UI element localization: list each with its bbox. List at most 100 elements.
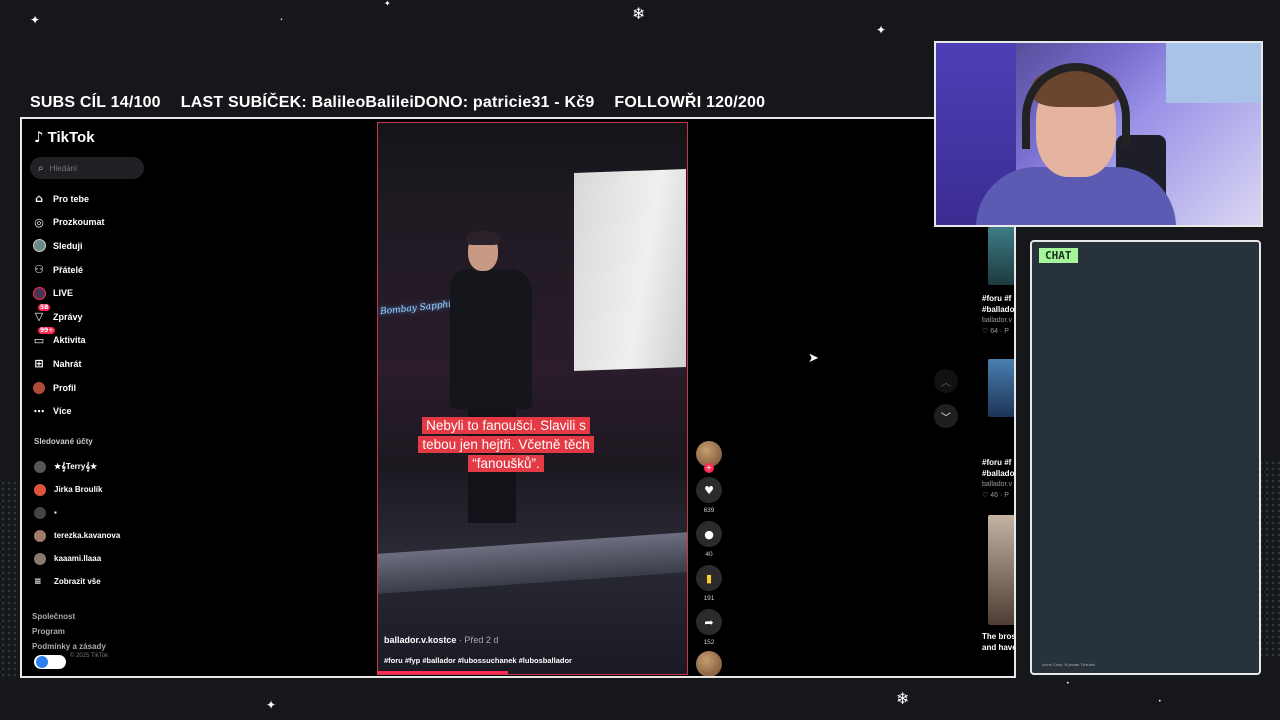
nav-label: Aktivita [53, 335, 86, 346]
toggle-knob [36, 656, 48, 668]
account-name: ▪ [54, 508, 57, 517]
side-feed: #foru #f #ballado ballador.v ♡ 64 · P #f… [980, 227, 1016, 676]
footer-link[interactable]: Podmínky a zásady [32, 639, 106, 654]
compass-icon: ◎ [34, 215, 44, 229]
activity-icon: ▭ 99+ [33, 327, 56, 347]
nav-label: Více [53, 406, 72, 417]
stage-edge [378, 532, 687, 594]
nav-item-prozkoumat[interactable]: ◎ Prozkoumat [32, 211, 105, 235]
nav-label: Zprávy [53, 311, 83, 322]
show-all-link[interactable]: ≡ Zobrazit vše [34, 570, 120, 593]
comment-count: 40 [705, 551, 713, 558]
video-progress[interactable] [378, 671, 508, 674]
sparkle-icon: ✦ [266, 698, 277, 712]
video-subject [450, 231, 540, 523]
followed-account[interactable]: Jirka Broulík [34, 478, 120, 501]
nav-item-zpravy[interactable]: ▽ 58 Zprávy [32, 303, 105, 329]
nav-item-pratele[interactable]: ⚇ Přátelé [32, 258, 105, 282]
avatar [34, 552, 46, 565]
followed-account[interactable]: kaaami.llaaa [34, 547, 120, 570]
footer-link[interactable]: Společnost [32, 609, 106, 624]
share-button[interactable]: ➦ [696, 609, 722, 635]
show-all-label: Zobrazit vše [54, 577, 101, 586]
next-video-button[interactable]: ﹀ [934, 404, 958, 428]
feed-title[interactable]: #foru #f [982, 293, 1014, 304]
footer-link[interactable]: Program [32, 624, 106, 639]
sparkle-icon: • [1158, 698, 1162, 705]
previous-video-button[interactable]: ︿ [934, 369, 958, 393]
account-name: kaaami.llaaa [54, 554, 102, 563]
feed-thumbnail[interactable] [988, 515, 1014, 625]
chat-message: Ivene Chey: Ill jacate Tlelelais [1042, 662, 1095, 667]
avatar [34, 460, 46, 473]
video-author[interactable]: ballador.v.kostce [384, 635, 456, 645]
feed-author: ballador.v [982, 481, 1012, 488]
followed-accounts-title: Sledované účty [34, 437, 93, 446]
mouse-cursor-icon: ➤ [808, 351, 819, 366]
video-actions: + ♥ 639 ● 40 ▮ 191 ➦ 152 [694, 441, 724, 676]
creator-avatar[interactable]: + [696, 441, 722, 473]
theme-toggle[interactable] [34, 655, 66, 669]
list-icon: ≡ [34, 576, 42, 587]
projection-screen [574, 169, 686, 371]
nav-item-aktivita[interactable]: ▭ 99+ Aktivita [32, 327, 105, 353]
nav-label: Sleduji [53, 240, 83, 251]
nav-label: Pro tebe [53, 193, 90, 204]
upload-icon: ⊞ [34, 357, 44, 371]
video-time: · Před 2 d [456, 635, 499, 645]
nav-item-sleduji[interactable]: Sleduji [32, 234, 105, 258]
last-sub: LAST SUBÍČEK: BalileoBalileiDONO: patric… [180, 94, 595, 111]
sparkle-icon: • [1066, 680, 1070, 687]
webcam-feed [934, 41, 1263, 227]
feed-title[interactable]: #foru #f [982, 457, 1014, 468]
video-hashtags[interactable]: #foru #fyp #ballador #lubossuchanek #lub… [384, 656, 572, 665]
like-button[interactable]: ♥ [696, 477, 722, 503]
feed-thumbnail[interactable] [988, 227, 1014, 285]
account-name: ★𝄞Terry𝄞★ [54, 461, 98, 471]
nav-item-vice[interactable]: ⋯ Více [32, 399, 105, 423]
comment-button[interactable]: ● [696, 521, 722, 547]
following-avatar-icon [32, 239, 46, 253]
tiktok-logo[interactable]: ♪ TikTok [34, 128, 95, 146]
home-icon: ⌂ [35, 192, 43, 206]
sound-disc[interactable] [696, 651, 722, 676]
video-caption: Nebyli to fanoušci. Slavili s tebou jen … [416, 416, 596, 473]
friends-icon: ⚇ [34, 263, 44, 277]
followed-account[interactable]: terezka.kavanova [34, 524, 120, 547]
sparkle-icon: ✦ [30, 13, 41, 27]
nav-item-live[interactable]: LIVE [32, 281, 105, 305]
stream-goals-bar: SUBS CÍL 14/100 LAST SUBÍČEK: BalileoBal… [30, 94, 765, 112]
tiktok-window: ♪ TikTok ⌕ ⌂ Pro tebe ◎ Prozkoumat Sleduji… [20, 117, 1016, 678]
sidebar-footer: Společnost Program Podmínky a zásady [32, 609, 106, 654]
followers-goal: FOLLOWŘI 120/200 [614, 94, 766, 111]
nav-item-profil[interactable]: Profil [32, 376, 105, 400]
nav-label: Nahrát [53, 358, 82, 369]
sparkle-icon: ✦ [876, 23, 887, 37]
followed-account[interactable]: ▪ [34, 501, 120, 524]
chevron-down-icon: ﹀ [941, 412, 951, 424]
feed-title: #ballado [982, 305, 1015, 314]
activity-badge: 99+ [38, 327, 56, 335]
search-box[interactable]: ⌕ [30, 157, 144, 179]
nav-label: LIVE [53, 288, 74, 299]
subs-goal: SUBS CÍL 14/100 [30, 94, 161, 111]
nav-item-nahrat[interactable]: ⊞ Nahrát [32, 352, 105, 376]
feed-thumbnail[interactable] [988, 359, 1014, 417]
save-button[interactable]: ▮ [696, 565, 722, 591]
profile-icon [32, 381, 46, 395]
feed-navigation: ︿ ﹀ [934, 369, 958, 439]
snowflake-icon: ❄ [896, 689, 910, 708]
feed-title[interactable]: The bros [982, 631, 1014, 642]
video-player[interactable]: Bombay Sapphire Nebyli to fanoušci. Slav… [377, 122, 688, 675]
nav-item-pro-tebe[interactable]: ⌂ Pro tebe [32, 187, 105, 211]
search-input[interactable] [49, 163, 130, 173]
nav-label: Profil [53, 382, 77, 393]
followed-account[interactable]: ★𝄞Terry𝄞★ [34, 455, 120, 478]
avatar [34, 483, 46, 496]
feed-title: and have [982, 643, 1016, 652]
nav-label: Prozkoumat [53, 217, 105, 228]
follow-plus-icon[interactable]: + [704, 463, 714, 473]
tiktok-sidebar: ♪ TikTok ⌕ ⌂ Pro tebe ◎ Prozkoumat Sleduji… [22, 119, 172, 676]
like-count: 639 [703, 507, 715, 514]
more-icon: ⋯ [33, 404, 45, 418]
